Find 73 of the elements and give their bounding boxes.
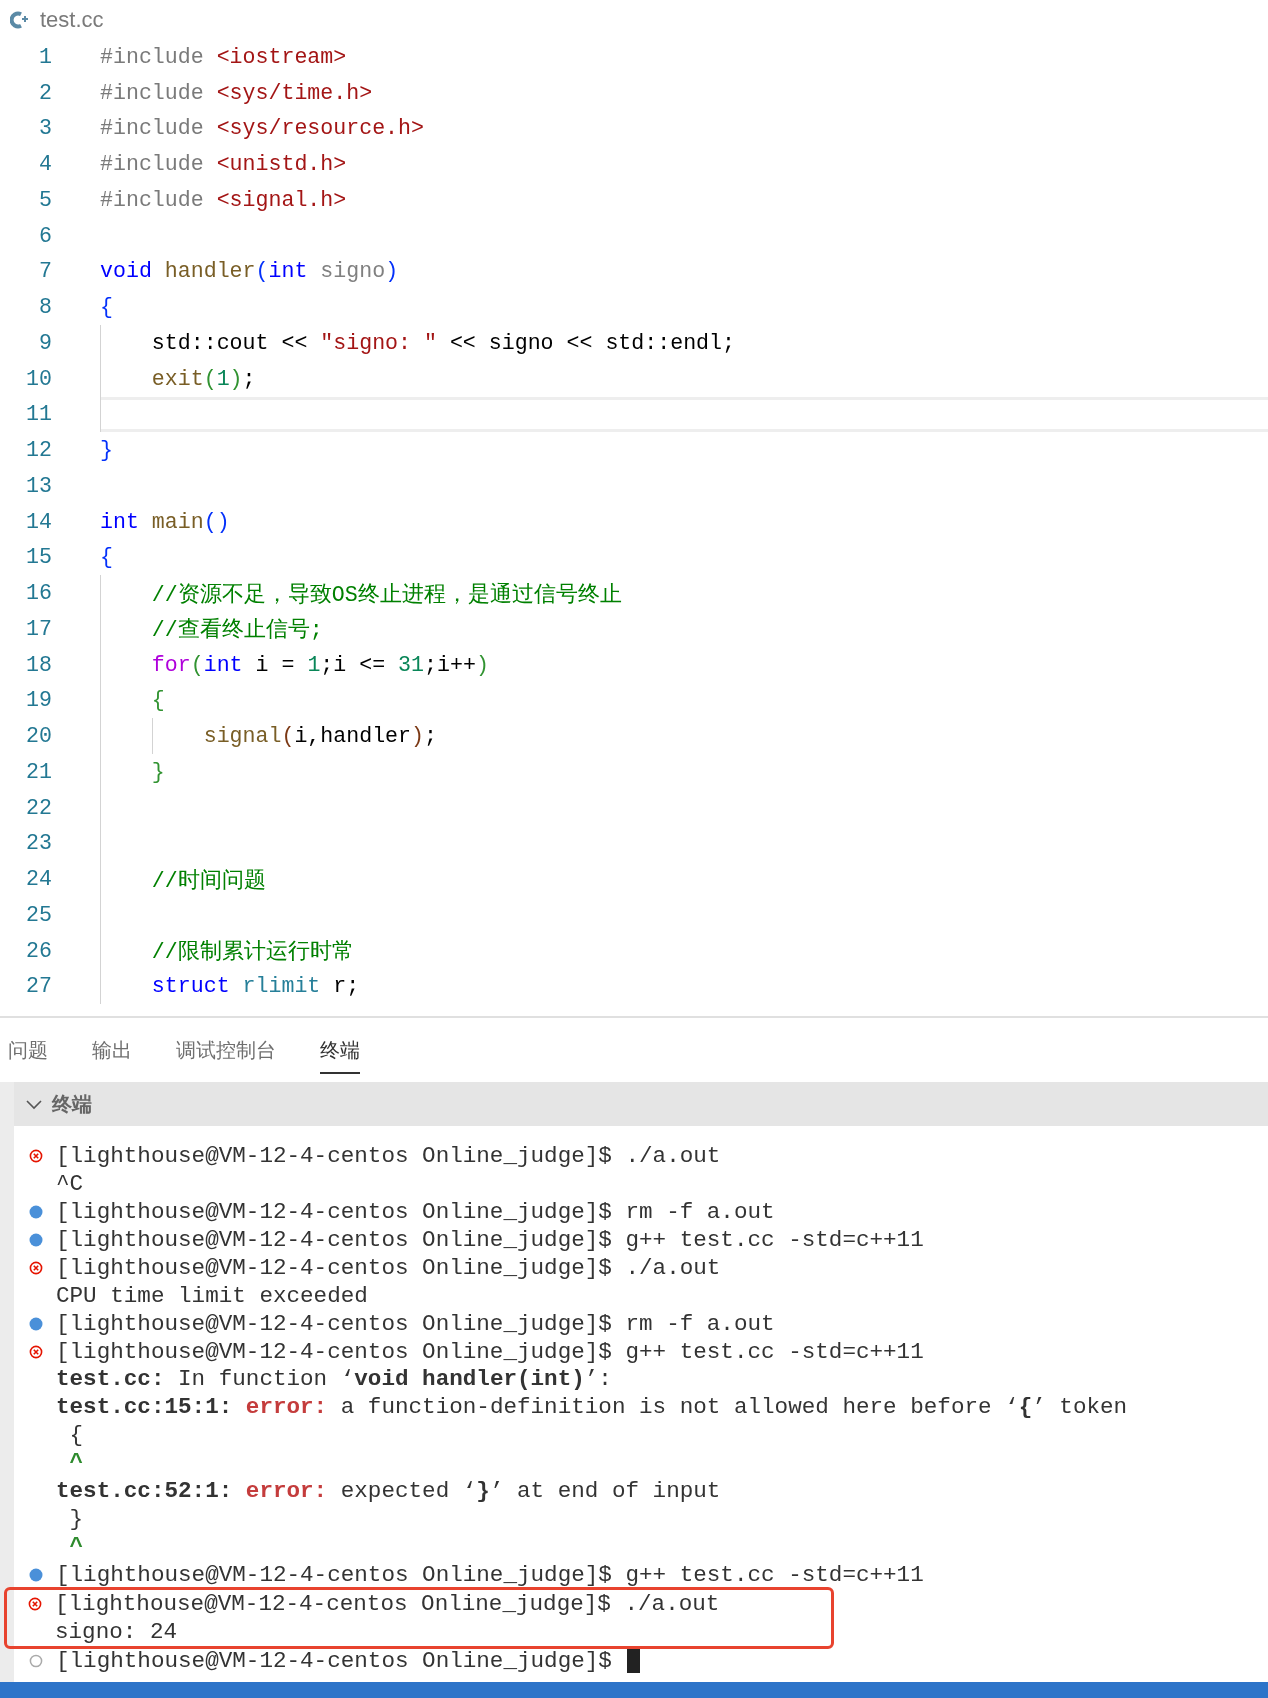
code-line: signal(i,handler); bbox=[202, 724, 437, 749]
code-line: #include <iostream> bbox=[100, 44, 347, 69]
line-number: 18 bbox=[25, 652, 52, 677]
code-line: } bbox=[150, 759, 165, 784]
code-line: //资源不足，导致OS终止进程，是通过信号终止 bbox=[150, 581, 622, 608]
terminal-line: ^ bbox=[68, 1534, 84, 1561]
line-number: 5 bbox=[38, 187, 52, 212]
line-number: 14 bbox=[25, 509, 52, 534]
section-title: 终端 bbox=[52, 1090, 92, 1118]
line-number: 8 bbox=[38, 295, 52, 320]
code-line: #include <signal.h> bbox=[100, 187, 347, 212]
code-line: std::cout << "signo: " << signo << std::endl; bbox=[150, 330, 735, 355]
terminal-line: ^C bbox=[56, 1170, 84, 1197]
panel-tab[interactable]: 终端 bbox=[320, 1026, 360, 1074]
terminal-line: [lighthouse@VM-12-4-centos Online_judge]$ ./a.out bbox=[55, 1590, 720, 1617]
terminal-line: test.cc: In function ‘void handler(int)’: bbox=[56, 1366, 612, 1393]
terminal-line: [lighthouse@VM-12-4-centos Online_judge]$ rm -f a.out bbox=[56, 1310, 775, 1337]
code-line: for(int i = 1;i <= 31;i++) bbox=[150, 652, 489, 677]
line-number: 23 bbox=[25, 831, 52, 856]
line-number: 19 bbox=[25, 688, 52, 713]
panel-tab[interactable]: 问题 bbox=[8, 1026, 48, 1074]
terminal-line: signo: 24 bbox=[55, 1618, 178, 1645]
code-line: //时间问题 bbox=[150, 867, 266, 894]
terminal-line: [lighthouse@VM-12-4-centos Online_judge]$ bbox=[56, 1647, 613, 1674]
terminal-line: [lighthouse@VM-12-4-centos Online_judge]$ ./a.out bbox=[56, 1142, 721, 1169]
line-number: 17 bbox=[25, 616, 52, 641]
terminal-line: [lighthouse@VM-12-4-centos Online_judge]$ g++ test.cc -std=c++11 bbox=[56, 1562, 924, 1589]
line-number: 20 bbox=[25, 724, 52, 749]
code-line: int main() bbox=[100, 509, 230, 534]
line-number: 1 bbox=[38, 44, 52, 69]
terminal-line: [lighthouse@VM-12-4-centos Online_judge]$ ./a.out bbox=[56, 1254, 721, 1281]
line-number: 7 bbox=[38, 259, 52, 284]
code-line: #include <sys/resource.h> bbox=[100, 116, 424, 141]
code-line: void handler(int signo) bbox=[100, 259, 399, 284]
terminal-line: ^ bbox=[68, 1450, 84, 1477]
terminal-line: [lighthouse@VM-12-4-centos Online_judge]$ g++ test.cc -std=c++11 bbox=[56, 1226, 924, 1253]
code-line: #include <unistd.h> bbox=[100, 152, 347, 177]
code-line: exit(1); bbox=[150, 366, 256, 391]
line-number: 25 bbox=[25, 902, 52, 927]
line-number: 15 bbox=[25, 545, 52, 570]
panel-tab[interactable]: 输出 bbox=[92, 1026, 132, 1074]
line-number: 9 bbox=[38, 330, 52, 355]
code-line: //查看终止信号; bbox=[150, 617, 323, 644]
line-number: 12 bbox=[25, 438, 52, 463]
code-line: } bbox=[100, 438, 113, 463]
line-number: 6 bbox=[38, 223, 52, 248]
code-line: { bbox=[100, 545, 113, 570]
terminal-line: [lighthouse@VM-12-4-centos Online_judge]$ rm -f a.out bbox=[56, 1198, 775, 1225]
code-line: //限制累计运行时常 bbox=[150, 939, 354, 966]
line-number: 11 bbox=[25, 402, 52, 427]
line-number: 22 bbox=[25, 795, 52, 820]
line-number: 4 bbox=[38, 152, 52, 177]
line-number: 16 bbox=[25, 581, 52, 606]
line-number: 27 bbox=[25, 974, 52, 999]
line-number: 3 bbox=[38, 116, 52, 141]
terminal-line: CPU time limit exceeded bbox=[56, 1282, 368, 1309]
terminal-line: test.cc:52:1: error: expected ‘}’ at end of input bbox=[56, 1478, 721, 1505]
code-line: struct rlimit r; bbox=[150, 974, 360, 999]
panel-tab[interactable]: 调试控制台 bbox=[176, 1026, 276, 1074]
line-number: 2 bbox=[38, 80, 52, 105]
code-line: { bbox=[100, 295, 113, 320]
code-line: #include <sys/time.h> bbox=[100, 80, 373, 105]
line-number: 13 bbox=[25, 473, 52, 498]
line-number: 24 bbox=[25, 867, 52, 892]
code-line: { bbox=[150, 688, 165, 713]
terminal-line: } bbox=[68, 1506, 84, 1533]
line-number: 26 bbox=[25, 938, 52, 963]
terminal-line: [lighthouse@VM-12-4-centos Online_judge]$ g++ test.cc -std=c++11 bbox=[56, 1338, 924, 1365]
file-tab-title[interactable]: test.cc bbox=[40, 6, 104, 33]
line-number: 21 bbox=[25, 759, 52, 784]
line-number: 10 bbox=[25, 366, 52, 391]
terminal-line: test.cc:15:1: error: a function-definition is not allowed here before ‘{’ token bbox=[56, 1394, 1128, 1421]
terminal-line: { bbox=[68, 1422, 84, 1449]
